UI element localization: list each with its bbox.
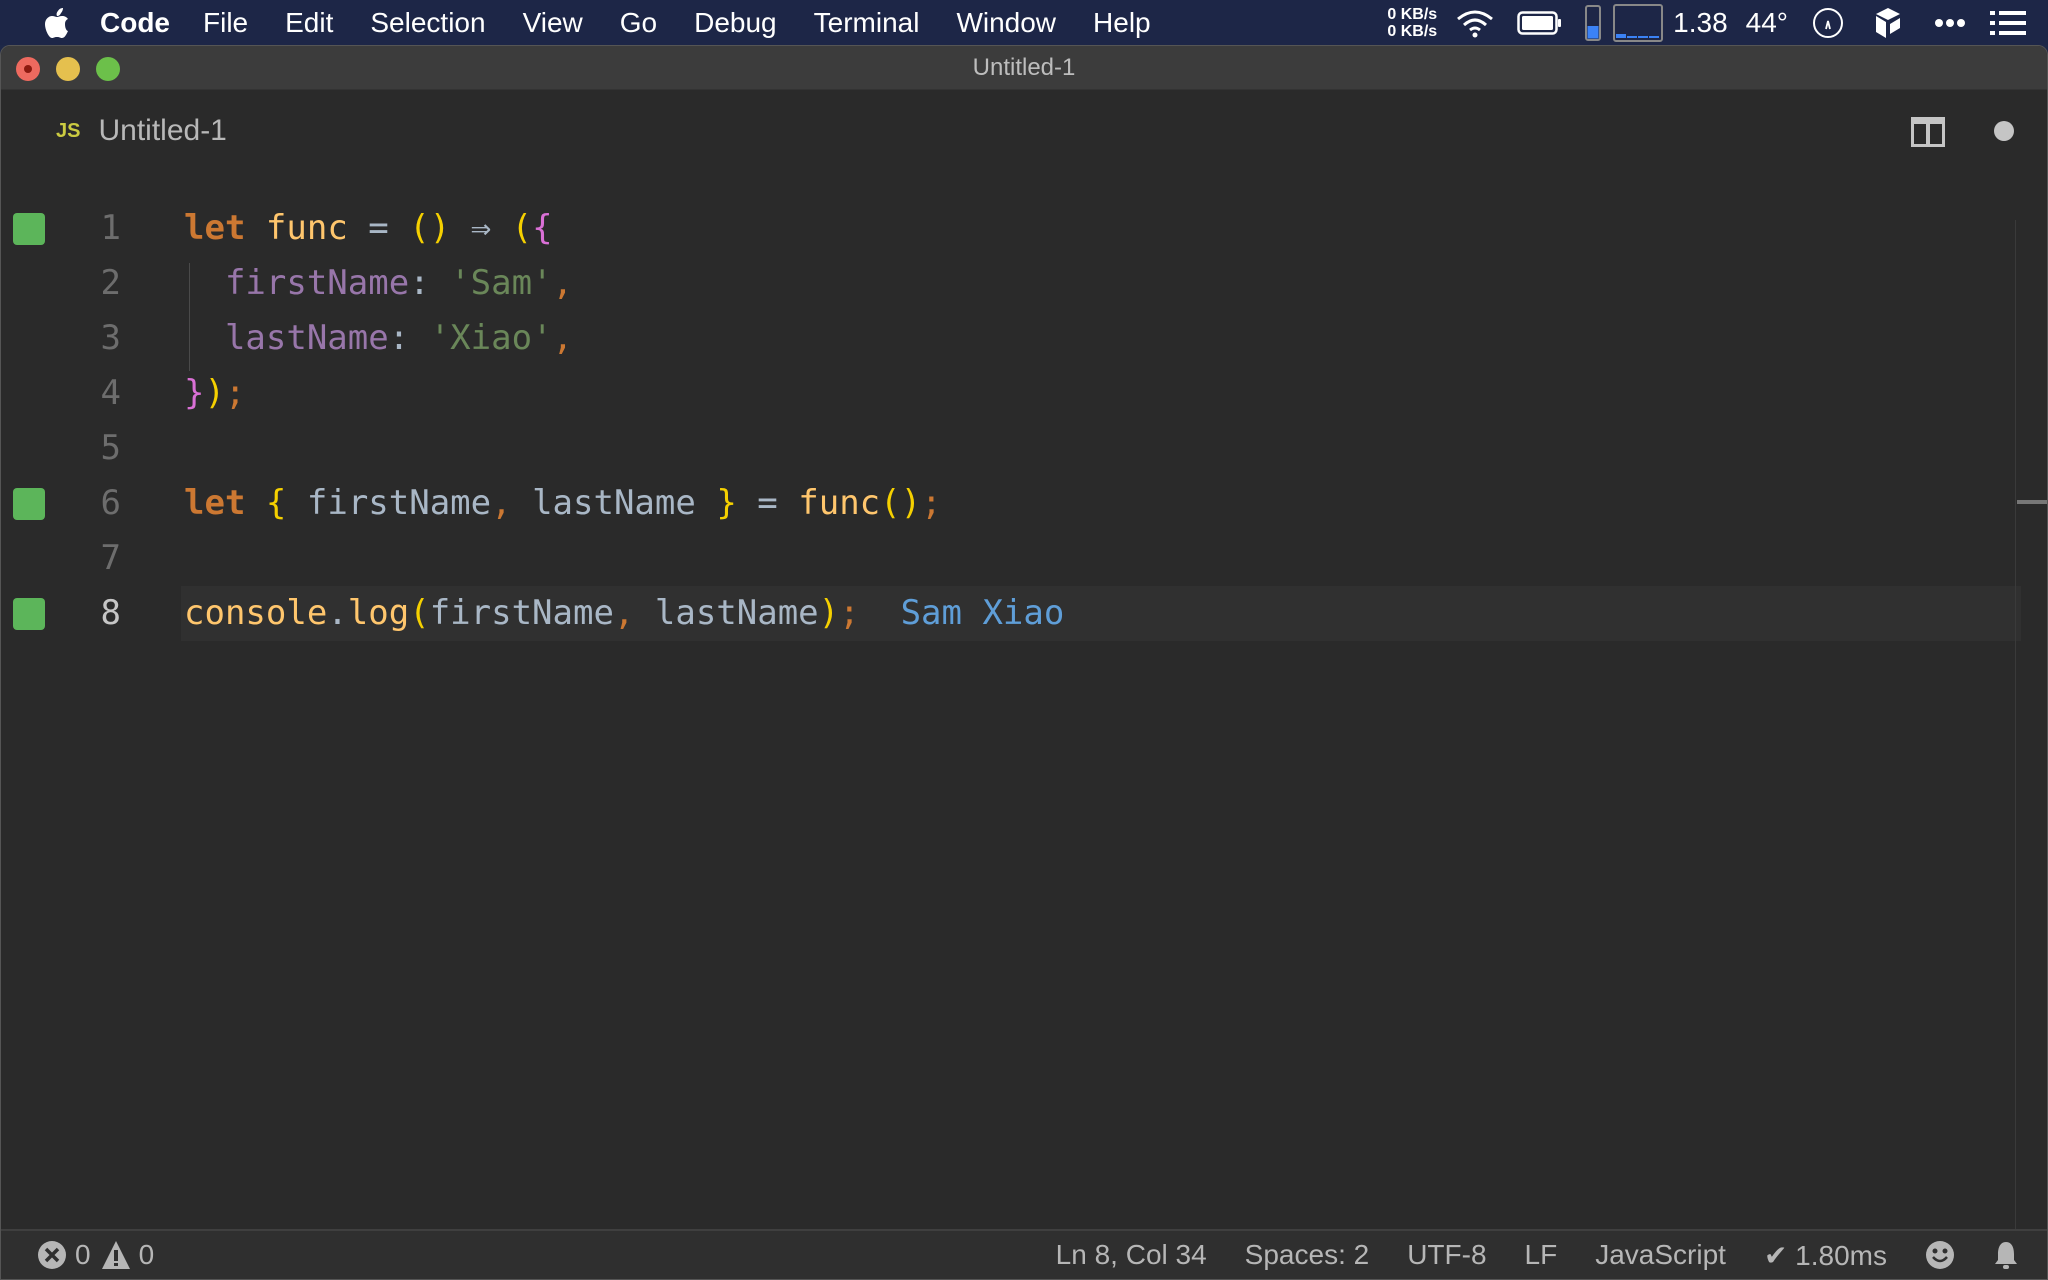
menu-debug[interactable]: Debug: [694, 0, 777, 45]
modified-line-marker: [13, 488, 45, 520]
line-number: 6: [100, 483, 121, 523]
code-text: });: [184, 373, 246, 413]
load-average[interactable]: 1.38: [1673, 7, 1728, 39]
warning-icon: [101, 1240, 131, 1270]
code-editor[interactable]: 1 let func = () ⇒ ({ 2 firstName: 'Sam',…: [1, 171, 2047, 1201]
language-mode[interactable]: JavaScript: [1595, 1239, 1726, 1271]
notifications-bell-icon[interactable]: [1993, 1240, 2019, 1270]
window-title: Untitled-1: [972, 54, 1076, 81]
wifi-icon[interactable]: [1455, 8, 1495, 38]
code-line: 5: [1, 421, 2021, 476]
notification-center-icon[interactable]: [1990, 10, 2026, 35]
macos-menu-bar: Code File Edit Selection View Go Debug T…: [0, 0, 2048, 45]
menu-bar-extras: 0 KB/s 0 KB/s 1.38 44°: [1387, 0, 2048, 45]
vscode-window: Untitled-1 JS Untitled-1 1 let func = ()…: [0, 45, 2048, 1280]
clock-icon[interactable]: [1812, 7, 1844, 39]
code-line: 3 lastName: 'Xiao',: [1, 311, 2021, 366]
javascript-file-icon: JS: [56, 119, 81, 142]
error-count: 0: [75, 1239, 91, 1270]
code-line: 7: [1, 531, 2021, 586]
title-bar[interactable]: Untitled-1: [1, 46, 2047, 90]
unsaved-changes-dot-icon[interactable]: [1994, 121, 2014, 141]
indent-guide: [189, 263, 190, 371]
menu-selection[interactable]: Selection: [370, 0, 485, 45]
apple-logo-icon[interactable]: [42, 7, 70, 39]
error-icon: [37, 1240, 67, 1270]
battery-icon[interactable]: [1517, 10, 1563, 36]
end-of-line-sequence[interactable]: LF: [1525, 1239, 1558, 1271]
menu-app-name[interactable]: Code: [100, 0, 170, 45]
tab-untitled-1[interactable]: JS Untitled-1: [56, 90, 227, 172]
menu-terminal[interactable]: Terminal: [814, 0, 920, 45]
file-encoding[interactable]: UTF-8: [1407, 1239, 1486, 1271]
dropbox-style-app-icon[interactable]: [1874, 6, 1902, 40]
problems-indicator[interactable]: 0 0: [37, 1239, 154, 1271]
line-number: 5: [100, 428, 121, 468]
line-number: 4: [100, 373, 121, 413]
menu-help[interactable]: Help: [1093, 0, 1151, 45]
modified-line-marker: [13, 598, 45, 630]
cursor-position[interactable]: Ln 8, Col 34: [1056, 1239, 1207, 1271]
menu-go[interactable]: Go: [620, 0, 657, 45]
network-speed[interactable]: 0 KB/s 0 KB/s: [1387, 6, 1437, 40]
menu-edit[interactable]: Edit: [285, 0, 333, 45]
code-text: firstName: 'Sam',: [224, 263, 573, 303]
code-text: let func = () ⇒ ({: [184, 208, 553, 248]
line-number: 1: [100, 208, 121, 248]
indentation-setting[interactable]: Spaces: 2: [1245, 1239, 1370, 1271]
tab-label: Untitled-1: [98, 114, 227, 147]
menu-view[interactable]: View: [523, 0, 583, 45]
line-number: 7: [100, 538, 121, 578]
status-bar: 0 0 Ln 8, Col 34 Spaces: 2 UTF-8 LF Java…: [1, 1229, 2047, 1279]
editor-tab-bar: JS Untitled-1: [1, 90, 2047, 172]
code-line: 6 let { firstName, lastName } = func();: [1, 476, 2021, 531]
code-text: console.log(firstName, lastName); Sam Xi…: [184, 593, 1065, 633]
quokka-timing[interactable]: ✔ 1.80ms: [1764, 1239, 1887, 1272]
menu-window[interactable]: Window: [956, 0, 1056, 45]
scrollbar-cursor-marker[interactable]: [2017, 500, 2047, 504]
memory-gauge-icon[interactable]: [1585, 4, 1602, 41]
feedback-smiley-icon[interactable]: [1925, 1240, 1955, 1270]
more-icon[interactable]: [1934, 18, 1966, 28]
code-text: lastName: 'Xiao',: [224, 318, 573, 358]
warning-count: 0: [138, 1239, 155, 1270]
menu-file[interactable]: File: [203, 0, 248, 45]
code-line: 8 console.log(firstName, lastName); Sam …: [1, 586, 2021, 641]
code-line: 1 let func = () ⇒ ({: [1, 201, 2021, 256]
line-number: 8: [100, 593, 121, 633]
network-download-speed: 0 KB/s: [1387, 22, 1438, 40]
cpu-temperature[interactable]: 44°: [1746, 7, 1788, 39]
inline-output-result: Sam Xiao: [900, 593, 1065, 633]
network-upload-speed: 0 KB/s: [1387, 5, 1438, 23]
line-number: 2: [100, 263, 121, 303]
code-line: 2 firstName: 'Sam',: [1, 256, 2021, 311]
modified-line-marker: [13, 213, 45, 245]
cpu-graph-icon[interactable]: [1613, 3, 1664, 42]
code-line: 4 });: [1, 366, 2021, 421]
split-editor-icon[interactable]: [1911, 117, 1945, 147]
line-number: 3: [100, 318, 121, 358]
overview-ruler-border: [2015, 220, 2016, 1270]
code-text: let { firstName, lastName } = func();: [184, 483, 942, 523]
